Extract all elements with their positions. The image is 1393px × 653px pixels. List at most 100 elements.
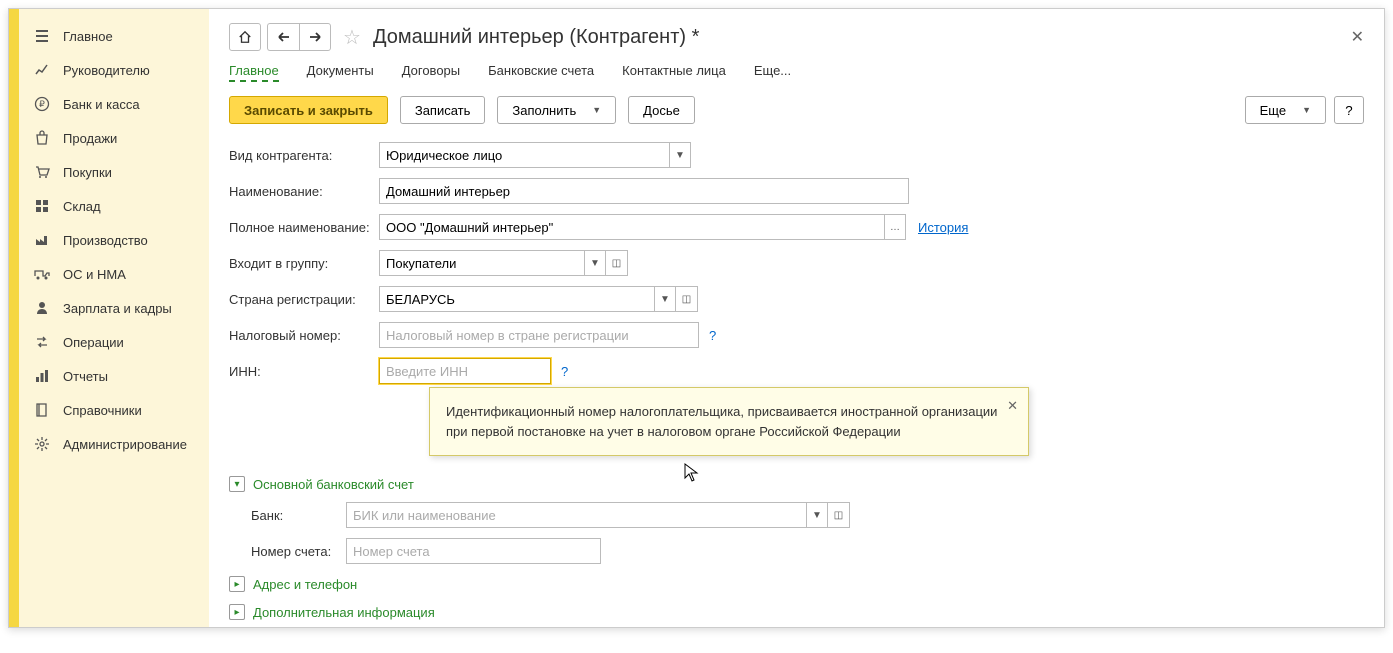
- sidebar-label: Продажи: [63, 131, 117, 146]
- dropdown-icon[interactable]: ▼: [669, 142, 691, 168]
- tooltip-close-icon[interactable]: ✕: [1007, 396, 1018, 416]
- tooltip: ✕ Идентификационный номер налогоплательщ…: [429, 387, 1029, 456]
- help-icon[interactable]: ?: [709, 328, 716, 343]
- page-title: Домашний интерьер (Контрагент) *: [373, 26, 699, 49]
- sidebar-item-directories[interactable]: Справочники: [19, 393, 209, 427]
- sidebar-item-admin[interactable]: Администрирование: [19, 427, 209, 461]
- open-icon[interactable]: ◫: [676, 286, 698, 312]
- taxnum-label: Налоговый номер:: [229, 328, 379, 343]
- sidebar-item-reports[interactable]: Отчеты: [19, 359, 209, 393]
- bank-field[interactable]: [346, 502, 806, 528]
- group-field[interactable]: [379, 250, 584, 276]
- type-field[interactable]: [379, 142, 669, 168]
- sidebar-label: Справочники: [63, 403, 142, 418]
- bank-label: Банк:: [251, 508, 346, 523]
- tabs: Главное Документы Договоры Банковские сч…: [229, 63, 1364, 82]
- forward-button[interactable]: [299, 23, 331, 51]
- bars-icon: [33, 367, 51, 385]
- sidebar-item-production[interactable]: Производство: [19, 223, 209, 257]
- open-icon[interactable]: ◫: [828, 502, 850, 528]
- country-label: Страна регистрации:: [229, 292, 379, 307]
- help-button[interactable]: ?: [1334, 96, 1364, 124]
- more-button[interactable]: Еще: [1245, 96, 1326, 124]
- sidebar-label: Администрирование: [63, 437, 187, 452]
- save-close-button[interactable]: Записать и закрыть: [229, 96, 388, 124]
- gear-icon: [33, 435, 51, 453]
- sidebar-label: Руководителю: [63, 63, 150, 78]
- tab-bank-accounts[interactable]: Банковские счета: [488, 63, 594, 82]
- dropdown-icon[interactable]: ▼: [654, 286, 676, 312]
- sidebar-label: ОС и НМА: [63, 267, 126, 282]
- dropdown-icon[interactable]: ▼: [584, 250, 606, 276]
- sidebar-item-manager[interactable]: Руководителю: [19, 53, 209, 87]
- address-section-toggle[interactable]: ▸ Адрес и телефон: [229, 576, 1364, 592]
- taxnum-field[interactable]: [379, 322, 699, 348]
- dossier-button[interactable]: Досье: [628, 96, 695, 124]
- fill-button[interactable]: Заполнить: [497, 96, 616, 124]
- group-label: Входит в группу:: [229, 256, 379, 271]
- chevron-right-icon: ▸: [229, 576, 245, 592]
- person-icon: [33, 299, 51, 317]
- sidebar-item-salary[interactable]: Зарплата и кадры: [19, 291, 209, 325]
- factory-icon: [33, 231, 51, 249]
- ellipsis-icon[interactable]: …: [884, 214, 906, 240]
- inn-field[interactable]: [379, 358, 551, 384]
- fullname-label: Полное наименование:: [229, 220, 379, 235]
- sidebar-label: Отчеты: [63, 369, 108, 384]
- name-field[interactable]: [379, 178, 909, 204]
- main-content: ✕ ☆ Домашний интерьер (Контрагент) * Гла…: [209, 9, 1384, 627]
- favorite-icon[interactable]: ☆: [343, 25, 361, 50]
- account-field[interactable]: [346, 538, 601, 564]
- tab-contacts[interactable]: Контактные лица: [622, 63, 726, 82]
- sidebar-label: Банк и касса: [63, 97, 140, 112]
- sidebar-item-purchases[interactable]: Покупки: [19, 155, 209, 189]
- sidebar-item-bank[interactable]: ₽ Банк и касса: [19, 87, 209, 121]
- menu-icon: [33, 27, 51, 45]
- tab-contracts[interactable]: Договоры: [402, 63, 460, 82]
- sidebar-item-operations[interactable]: Операции: [19, 325, 209, 359]
- dropdown-icon[interactable]: ▼: [806, 502, 828, 528]
- sidebar-label: Главное: [63, 29, 113, 44]
- truck-icon: [33, 265, 51, 283]
- bag-icon: [33, 129, 51, 147]
- help-icon[interactable]: ?: [561, 364, 568, 379]
- tab-documents[interactable]: Документы: [307, 63, 374, 82]
- chevron-down-icon: ▾: [229, 476, 245, 492]
- bank-section-toggle[interactable]: ▾ Основной банковский счет: [229, 476, 1364, 492]
- ruble-icon: ₽: [33, 95, 51, 113]
- tab-more[interactable]: Еще...: [754, 63, 791, 82]
- cart-icon: [33, 163, 51, 181]
- tooltip-text: Идентификационный номер налогоплательщик…: [446, 404, 997, 439]
- sidebar-label: Склад: [63, 199, 101, 214]
- home-button[interactable]: [229, 23, 261, 51]
- country-field[interactable]: [379, 286, 654, 312]
- close-icon[interactable]: ✕: [1351, 27, 1364, 47]
- chart-icon: [33, 61, 51, 79]
- open-icon[interactable]: ◫: [606, 250, 628, 276]
- sidebar-item-assets[interactable]: ОС и НМА: [19, 257, 209, 291]
- sidebar-label: Операции: [63, 335, 124, 350]
- sidebar-item-sales[interactable]: Продажи: [19, 121, 209, 155]
- section-title: Основной банковский счет: [253, 477, 414, 492]
- save-button[interactable]: Записать: [400, 96, 486, 124]
- inn-label: ИНН:: [229, 364, 379, 379]
- sidebar-item-warehouse[interactable]: Склад: [19, 189, 209, 223]
- fullname-field[interactable]: [379, 214, 884, 240]
- sidebar-label: Покупки: [63, 165, 112, 180]
- section-title: Дополнительная информация: [253, 605, 435, 620]
- tab-main[interactable]: Главное: [229, 63, 279, 82]
- name-label: Наименование:: [229, 184, 379, 199]
- book-icon: [33, 401, 51, 419]
- transfer-icon: [33, 333, 51, 351]
- section-title: Адрес и телефон: [253, 577, 357, 592]
- sidebar-item-main[interactable]: Главное: [19, 19, 209, 53]
- account-label: Номер счета:: [251, 544, 346, 559]
- toolbar: Записать и закрыть Записать Заполнить До…: [229, 96, 1364, 124]
- sidebar-label: Зарплата и кадры: [63, 301, 172, 316]
- sidebar-label: Производство: [63, 233, 148, 248]
- addinfo-section-toggle[interactable]: ▸ Дополнительная информация: [229, 604, 1364, 620]
- back-button[interactable]: [267, 23, 299, 51]
- boxes-icon: [33, 197, 51, 215]
- sidebar: Главное Руководителю ₽ Банк и касса Прод…: [19, 9, 209, 627]
- history-link[interactable]: История: [918, 220, 968, 235]
